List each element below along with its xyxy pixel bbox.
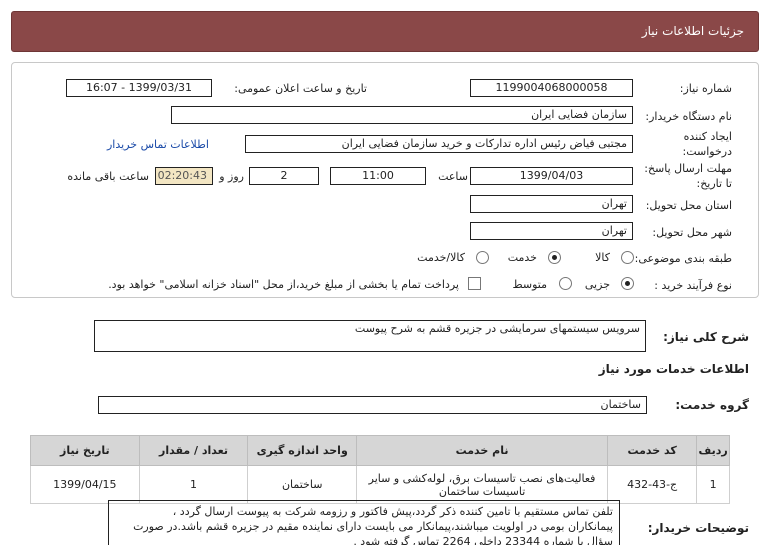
buyer-org-field: سازمان فضایی ایران	[171, 106, 633, 124]
remaining-label: ساعت باقی مانده	[67, 170, 149, 183]
service-group-field: ساختمان	[98, 396, 647, 414]
cell-unit: ساختمان	[247, 465, 358, 504]
province-label: استان محل تحویل:	[645, 199, 732, 212]
process-minor-label: جزیی	[584, 278, 610, 291]
need-number-label: شماره نیاز:	[679, 82, 732, 95]
col-index: ردیف	[696, 435, 730, 466]
category-both-radio[interactable]	[476, 251, 489, 264]
category-label: طبقه بندی موضوعی:	[634, 252, 732, 265]
days-field: 2	[249, 167, 319, 185]
cell-name-line1: فعالیت‌های نصب تاسیسات برق، لوله‌کشی و س…	[368, 471, 596, 485]
treasury-payment-checkbox[interactable]	[468, 277, 481, 290]
province-field: تهران	[470, 195, 633, 213]
table-header-row: ردیف کد خدمت نام خدمت واحد اندازه گیری ت…	[30, 435, 730, 466]
header-bar: جزئیات اطلاعات نیاز	[11, 11, 759, 52]
deadline-label-1: مهلت ارسال پاسخ:	[644, 162, 732, 175]
buyer-notes-line-1: تلفن تماس مستقیم با تامین کننده ذکر گردد…	[172, 505, 613, 518]
cell-date: 1399/04/15	[30, 465, 140, 504]
buyer-org-label: نام دستگاه خریدار:	[645, 110, 732, 123]
city-field: تهران	[470, 222, 633, 240]
summary-label: شرح کلی نیاز:	[663, 330, 749, 344]
need-number-field: 1199004068000058	[470, 79, 633, 97]
time-label: ساعت	[438, 170, 468, 183]
col-date: تاریخ نیاز	[30, 435, 140, 466]
category-goods-label: کالا	[595, 251, 610, 264]
buyer-contact-link[interactable]: اطلاعات تماس خریدار	[107, 138, 209, 151]
col-name: نام خدمت	[356, 435, 609, 466]
table-row: 1 ج-43-432 فعالیت‌های نصب تاسیسات برق، ل…	[30, 465, 730, 504]
deadline-label-2: تا تاریخ:	[696, 177, 732, 190]
process-medium-radio[interactable]	[559, 277, 572, 290]
requester-field: مجتبی فیاض رئیس اداره تدارکات و خرید ساز…	[245, 135, 633, 153]
payment-note: پرداخت تمام یا بخشی از مبلغ خرید،از محل …	[108, 278, 459, 291]
buyer-notes-line-2: پیمانکاران بومی در اولویت میباشند،پیمانک…	[133, 520, 613, 533]
buyer-notes-label: توضیحات خریدار:	[647, 521, 749, 535]
announce-field: 1399/03/31 - 16:07	[66, 79, 212, 97]
announce-label: تاریخ و ساعت اعلان عمومی:	[234, 82, 367, 95]
service-group-label: گروه خدمت:	[675, 398, 749, 412]
city-label: شهر محل تحویل:	[652, 226, 732, 239]
category-service-label: خدمت	[507, 251, 537, 264]
cell-index: 1	[696, 465, 730, 504]
col-code: کد خدمت	[607, 435, 698, 466]
days-label: روز و	[219, 170, 244, 183]
buyer-notes-field: تلفن تماس مستقیم با تامین کننده ذکر گردد…	[108, 500, 620, 545]
category-service-radio[interactable]	[548, 251, 561, 264]
summary-field: سرویس سیستمهای سرمایشی در جزیره قشم به ش…	[94, 320, 646, 352]
deadline-date-field: 1399/04/03	[470, 167, 633, 185]
page-title: جزئیات اطلاعات نیاز	[641, 24, 744, 38]
requester-label-1: ایجاد کننده	[683, 130, 732, 143]
cell-name-line2: تاسیسات ساختمان	[438, 484, 526, 498]
category-goods-radio[interactable]	[621, 251, 634, 264]
process-minor-radio[interactable]	[621, 277, 634, 290]
services-heading: اطلاعات خدمات مورد نیاز	[598, 362, 749, 376]
col-qty: تعداد / مقدار	[138, 435, 249, 466]
cell-code: ج-43-432	[607, 465, 698, 504]
cell-name: فعالیت‌های نصب تاسیسات برق، لوله‌کشی و س…	[356, 465, 609, 504]
cell-qty: 1	[138, 465, 249, 504]
category-both-label: کالا/خدمت	[417, 251, 465, 264]
deadline-time-field: 11:00	[330, 167, 426, 185]
col-unit: واحد اندازه گیری	[247, 435, 358, 466]
process-label: نوع فرآیند خرید :	[654, 279, 732, 292]
process-medium-label: متوسط	[512, 278, 547, 291]
requester-label-2: درخواست:	[682, 145, 732, 158]
services-table: ردیف کد خدمت نام خدمت واحد اندازه گیری ت…	[30, 435, 730, 504]
remaining-time-field: 02:20:43	[155, 167, 213, 185]
buyer-notes-line-3: سؤال با شماره 23344 داخلی 2264 تماس گرفت…	[353, 535, 613, 545]
